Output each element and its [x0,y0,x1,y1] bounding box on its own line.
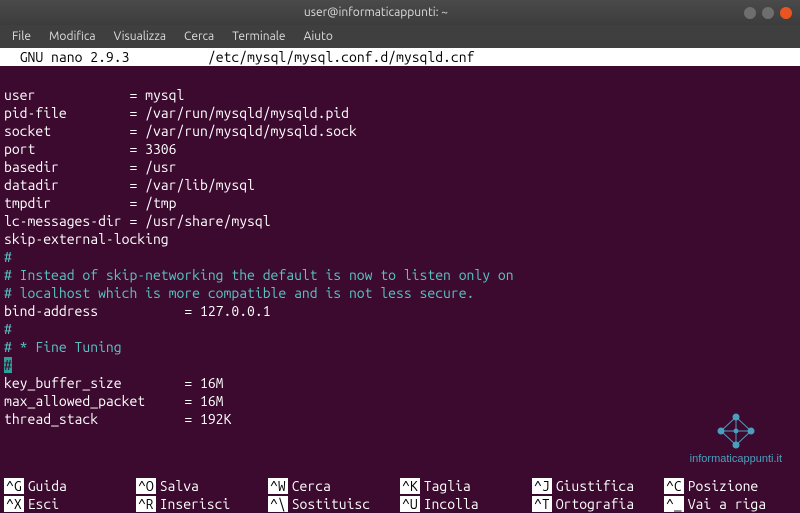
shortcut-key: ^R [136,496,156,512]
shortcut-ctrl-G: ^GGuida [4,477,136,495]
shortcut-key: ^X [4,496,24,512]
editor-line[interactable] [4,68,796,86]
window-controls [744,7,792,19]
shortcut-desc: Sostituisc [292,496,370,512]
editor-line[interactable]: basedir = /usr [4,158,796,176]
shortcut-ctrl-J: ^JGiustifica [532,477,664,495]
menu-help[interactable]: Aiuto [296,28,341,45]
nano-filepath: /etc/mysql/mysql.conf.d/mysqld.cnf [208,48,475,66]
shortcut-key: ^_ [664,496,684,512]
shortcut-key: ^W [268,478,288,494]
shortcut-desc: Giustifica [556,478,634,494]
editor-line[interactable]: # * Fine Tuning [4,338,796,356]
shortcut-ctrl-C: ^CPosizione [664,477,796,495]
editor-line[interactable]: socket = /var/run/mysqld/mysqld.sock [4,122,796,140]
editor-line[interactable]: max_allowed_packet = 16M [4,392,796,410]
editor-line[interactable]: user = mysql [4,86,796,104]
shortcut-desc: Inserisci [160,496,231,512]
window-titlebar: user@informaticappunti: ~ [0,0,800,25]
shortcut-desc: Taglia [424,478,471,494]
close-button[interactable] [780,7,792,19]
shortcut-desc: Salva [160,478,199,494]
shortcut-ctrl-R: ^RInserisci [136,495,268,513]
menu-search[interactable]: Cerca [176,28,222,45]
editor-line[interactable]: tmpdir = /tmp [4,194,796,212]
shortcut-ctrl-T: ^TOrtografia [532,495,664,513]
shortcut-ctrl-X: ^XEsci [4,495,136,513]
shortcut-ctrl-W: ^WCerca [268,477,400,495]
minimize-button[interactable] [744,7,756,19]
editor-line[interactable]: # [4,248,796,266]
maximize-button[interactable] [762,7,774,19]
menu-terminal[interactable]: Terminale [224,28,293,45]
editor-line[interactable]: # [4,320,796,338]
shortcut-key: ^G [4,478,24,494]
window-title: user@informaticappunti: ~ [8,6,744,19]
shortcut-key: ^\ [268,496,288,512]
shortcut-desc: Esci [28,496,59,512]
shortcut-desc: Vai a riga [688,496,766,512]
cursor: # [4,357,12,373]
shortcut-desc: Posizione [688,478,759,494]
shortcut-key: ^C [664,478,684,494]
shortcut-ctrl-O: ^OSalva [136,477,268,495]
shortcut-row-1: ^GGuida^OSalva^WCerca^KTaglia^JGiustific… [4,477,796,495]
editor-content[interactable]: user = mysqlpid-file = /var/run/mysqld/m… [0,66,800,428]
shortcut-desc: Ortografia [556,496,634,512]
shortcut-key: ^U [400,496,420,512]
editor-line[interactable]: # Instead of skip-networking the default… [4,266,796,284]
nano-titlebar: GNU nano 2.9.3 /etc/mysql/mysql.conf.d/m… [0,48,800,66]
nano-version: GNU nano 2.9.3 [4,48,208,66]
shortcut-ctrl-_: ^_Vai a riga [664,495,796,513]
shortcut-key: ^T [532,496,552,512]
editor-line[interactable]: bind-address = 127.0.0.1 [4,302,796,320]
editor-line[interactable]: # localhost which is more compatible and… [4,284,796,302]
shortcut-row-2: ^XEsci^RInserisci^\Sostituisc^UIncolla^T… [4,495,796,513]
shortcut-desc: Guida [28,478,67,494]
terminal-area[interactable]: GNU nano 2.9.3 /etc/mysql/mysql.conf.d/m… [0,48,800,428]
editor-line[interactable]: pid-file = /var/run/mysqld/mysqld.pid [4,104,796,122]
shortcut-desc: Incolla [424,496,479,512]
menubar: File Modifica Visualizza Cerca Terminale… [0,25,800,48]
shortcut-ctrl-\: ^\Sostituisc [268,495,400,513]
editor-line[interactable]: key_buffer_size = 16M [4,374,796,392]
shortcut-ctrl-K: ^KTaglia [400,477,532,495]
shortcut-key: ^K [400,478,420,494]
watermark: informaticappunti.it [690,411,782,465]
editor-line[interactable]: datadir = /var/lib/mysql [4,176,796,194]
shortcut-desc: Cerca [292,478,331,494]
shortcut-ctrl-U: ^UIncolla [400,495,532,513]
editor-line[interactable]: lc-messages-dir = /usr/share/mysql [4,212,796,230]
menu-edit[interactable]: Modifica [41,28,104,45]
nano-shortcuts: ^GGuida^OSalva^WCerca^KTaglia^JGiustific… [0,477,800,513]
menu-view[interactable]: Visualizza [106,28,174,45]
shortcut-key: ^O [136,478,156,494]
shortcut-key: ^J [532,478,552,494]
watermark-text: informaticappunti.it [690,453,782,465]
editor-line[interactable]: thread_stack = 192K [4,410,796,428]
menu-file[interactable]: File [4,28,39,45]
editor-line[interactable]: # [4,356,796,374]
network-icon [713,411,759,451]
editor-line[interactable]: port = 3306 [4,140,796,158]
editor-line[interactable]: skip-external-locking [4,230,796,248]
